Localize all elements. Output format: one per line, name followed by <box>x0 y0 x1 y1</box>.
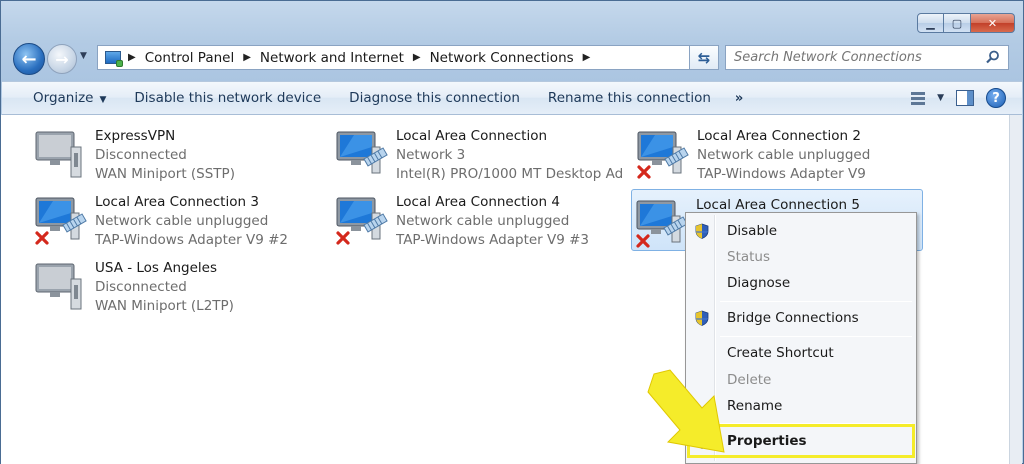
maximize-button[interactable]: ▢ <box>944 13 971 33</box>
uac-shield-icon <box>695 223 709 239</box>
breadcrumb-network-and-internet[interactable]: Network and Internet <box>260 50 404 66</box>
breadcrumb-chevron-icon[interactable]: ▶ <box>128 52 136 63</box>
diagnose-button[interactable]: Diagnose this connection <box>335 90 534 106</box>
connection-text: Local Area Connection 3 Network cable unp… <box>95 193 323 250</box>
pointer-arrow-icon <box>647 369 725 453</box>
lan-connection-icon <box>336 131 388 174</box>
menu-item-label: Rename <box>727 398 783 414</box>
caption-buttons: ▁ ▢ ✕ <box>917 13 1015 33</box>
connection-item[interactable]: ExpressVPN Disconnected WAN Miniport (SSTP… <box>31 121 323 183</box>
menu-item-label: Delete <box>727 372 772 388</box>
menu-item-label: Status <box>727 249 771 265</box>
organize-menu[interactable]: Organize ▼ <box>2 90 120 106</box>
rename-button[interactable]: Rename this connection <box>534 90 725 106</box>
connection-device: TAP-Windows Adapter V9 #3 <box>396 232 590 248</box>
breadcrumb-network-connections[interactable]: Network Connections <box>430 50 574 66</box>
connection-name: Local Area Connection <box>396 128 548 144</box>
back-button[interactable]: ← <box>13 43 45 75</box>
search-box[interactable] <box>725 45 1009 70</box>
caret-down-icon: ▼ <box>99 95 107 105</box>
menu-item-create-shortcut[interactable]: Create Shortcut <box>688 341 914 365</box>
connection-status: Network cable unplugged <box>396 213 570 229</box>
connection-text: Local Area Connection 4 Network cable unp… <box>396 193 624 250</box>
forward-button[interactable]: → <box>47 44 77 74</box>
connection-status: Network 3 <box>396 147 466 163</box>
search-input[interactable] <box>734 50 974 65</box>
connection-device: Intel(R) PRO/1000 MT Desktop Ad... <box>396 166 624 182</box>
wan-connection-icon <box>35 263 82 310</box>
vertical-scrollbar[interactable] <box>1009 115 1022 464</box>
lan-connection-icon <box>35 197 87 245</box>
connection-item[interactable]: Local Area Connection Network 3 Intel(R) P… <box>332 121 624 183</box>
connection-status: Disconnected <box>95 147 187 163</box>
connection-name: Local Area Connection 4 <box>396 194 560 210</box>
arrow-left-icon: ← <box>21 48 37 70</box>
menu-item-label: Diagnose <box>727 275 791 291</box>
connection-item[interactable]: Local Area Connection 4 Network cable unp… <box>332 187 624 249</box>
connection-name: Local Area Connection 3 <box>95 194 259 210</box>
change-view-button[interactable]: ▼ <box>909 90 944 106</box>
control-panel-icon <box>104 50 123 67</box>
views-icon <box>909 90 931 106</box>
connection-text: Local Area Connection 2 Network cable unp… <box>697 127 925 184</box>
menu-item-label: Create Shortcut <box>727 345 834 361</box>
connection-device: TAP-Windows Adapter V9 <box>697 166 866 182</box>
refresh-icon: ⇆ <box>697 48 711 67</box>
breadcrumb-chevron-icon[interactable]: ▶ <box>413 52 421 63</box>
connection-device: WAN Miniport (L2TP) <box>95 298 234 314</box>
connection-item[interactable]: Local Area Connection 2 Network cable unp… <box>633 121 925 183</box>
view-controls: ▼ ? <box>909 88 1006 108</box>
menu-separator <box>720 336 912 337</box>
connection-name: Local Area Connection 2 <box>697 128 861 144</box>
more-commands-button[interactable]: » <box>725 91 753 106</box>
menu-item-label: Bridge Connections <box>727 310 859 326</box>
connection-name: ExpressVPN <box>95 128 176 144</box>
recent-pages-dropdown[interactable]: ▼ <box>80 51 87 61</box>
lan-connection-icon <box>637 131 689 179</box>
menu-item-diagnose[interactable]: Diagnose <box>688 271 914 295</box>
search-icon[interactable] <box>986 50 1000 64</box>
menu-item-bridge-connections[interactable]: Bridge Connections <box>688 306 914 330</box>
connection-text: Local Area Connection Network 3 Intel(R) P… <box>396 127 624 184</box>
connection-status: Network cable unplugged <box>95 213 269 229</box>
uac-shield-icon <box>695 310 709 326</box>
connection-item[interactable]: USA - Los Angeles Disconnected WAN Minipor… <box>31 253 323 315</box>
menu-separator <box>720 301 912 302</box>
menu-item-label: Disable <box>727 223 778 239</box>
connection-item[interactable]: Local Area Connection 3 Network cable unp… <box>31 187 323 249</box>
arrow-right-icon: → <box>55 49 69 69</box>
connection-device: TAP-Windows Adapter V9 #2 <box>95 232 289 248</box>
wan-connection-icon <box>35 131 82 178</box>
close-button[interactable]: ✕ <box>971 13 1015 33</box>
menu-item-status: Status <box>688 245 914 269</box>
connection-name: USA - Los Angeles <box>95 260 218 276</box>
breadcrumb-chevron-icon[interactable]: ▶ <box>243 52 251 63</box>
lan-connection-icon <box>636 200 688 248</box>
caret-down-icon: ▼ <box>937 93 944 103</box>
breadcrumb-chevron-icon[interactable]: ▶ <box>583 52 591 63</box>
preview-pane-icon[interactable] <box>956 90 974 106</box>
organize-label: Organize <box>33 90 94 106</box>
minimize-button[interactable]: ▁ <box>917 13 944 33</box>
address-bar[interactable]: ▶ Control Panel ▶ Network and Internet ▶… <box>97 45 719 70</box>
breadcrumb-control-panel[interactable]: Control Panel <box>145 50 235 66</box>
command-bar: Organize ▼ Disable this network device Di… <box>2 81 1022 115</box>
connection-text: USA - Los Angeles Disconnected WAN Minipor… <box>95 259 323 316</box>
refresh-button[interactable]: ⇆ <box>689 45 719 70</box>
help-icon[interactable]: ? <box>986 88 1006 108</box>
connection-status: Network cable unplugged <box>697 147 871 163</box>
connection-device: WAN Miniport (SSTP) <box>95 166 235 182</box>
disable-device-button[interactable]: Disable this network device <box>120 90 335 106</box>
connection-text: ExpressVPN Disconnected WAN Miniport (SSTP… <box>95 127 323 184</box>
lan-connection-icon <box>336 197 388 245</box>
menu-item-disable[interactable]: Disable <box>688 219 914 243</box>
connection-status: Disconnected <box>95 279 187 295</box>
